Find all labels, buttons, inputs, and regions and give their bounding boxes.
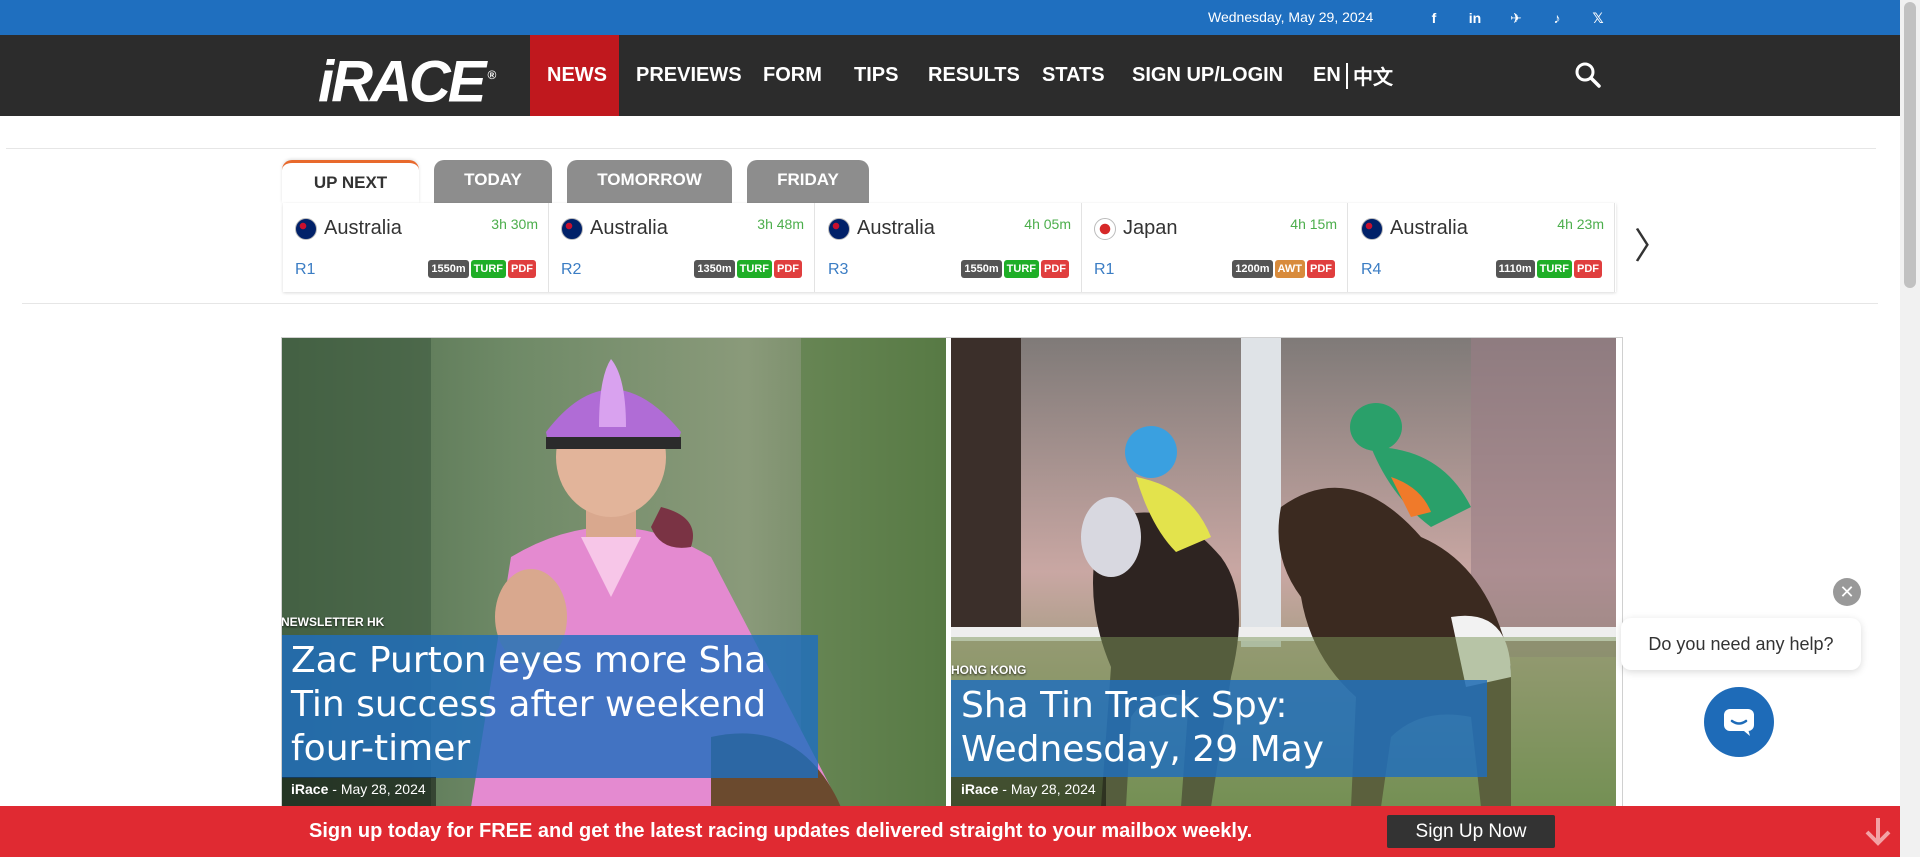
race-number[interactable]: R1: [295, 261, 315, 279]
nav-signup-login[interactable]: SIGN UP/LOGIN: [1115, 35, 1300, 116]
race-countdown: 4h 05m: [1024, 216, 1071, 232]
australia-flag-icon: [295, 218, 317, 240]
race-country: Australia: [857, 217, 935, 239]
facebook-icon[interactable]: f: [1424, 8, 1444, 28]
race-card[interactable]: Australia 4h 23m R4 1110m TURF PDF: [1349, 203, 1615, 292]
chat-prompt-bubble[interactable]: Do you need any help?: [1621, 618, 1861, 670]
nav-previews[interactable]: PREVIEWS: [619, 35, 759, 116]
page-scrollbar[interactable]: [1900, 0, 1920, 857]
race-card[interactable]: Australia 3h 30m R1 1550m TURF PDF: [283, 203, 549, 292]
race-countdown: 4h 23m: [1557, 216, 1604, 232]
nav-stats[interactable]: STATS: [1025, 35, 1122, 116]
distance-badge: 1200m: [1232, 260, 1273, 278]
main-navigation: iRACE ® NEWS PREVIEWS FORM TIPS RESULTS S…: [0, 35, 1900, 116]
chat-launcher-button[interactable]: [1704, 687, 1774, 757]
nav-form[interactable]: FORM: [746, 35, 839, 116]
surface-badge: TURF: [736, 260, 772, 278]
pdf-button[interactable]: PDF: [1307, 260, 1335, 278]
newsletter-signup-banner: Sign up today for FREE and get the lates…: [0, 806, 1900, 857]
race-number[interactable]: R4: [1361, 261, 1381, 279]
tab-friday[interactable]: FRIDAY: [747, 160, 869, 203]
australia-flag-icon: [828, 218, 850, 240]
chat-icon: [1724, 709, 1754, 736]
pdf-button[interactable]: PDF: [508, 260, 536, 278]
race-card[interactable]: Japan 4h 15m R1 1200m AWT PDF: [1082, 203, 1348, 292]
pdf-button[interactable]: PDF: [1041, 260, 1069, 278]
current-date: Wednesday, May 29, 2024: [1208, 9, 1374, 25]
tab-today[interactable]: TODAY: [434, 160, 552, 203]
race-countdown: 3h 30m: [491, 216, 538, 232]
nav-tips[interactable]: TIPS: [837, 35, 915, 116]
logo-registered-mark: ®: [487, 68, 497, 82]
arrow-down-icon[interactable]: [1864, 816, 1892, 846]
surface-badge: TURF: [1536, 260, 1572, 278]
upcoming-races-strip: Australia 3h 30m R1 1550m TURF PDF Austr…: [283, 203, 1616, 292]
race-card[interactable]: Australia 4h 05m R3 1550m TURF PDF: [816, 203, 1082, 292]
x-icon[interactable]: 𝕏: [1588, 8, 1608, 28]
race-countdown: 4h 15m: [1290, 216, 1337, 232]
chevron-right-icon[interactable]: 〉: [1634, 228, 1670, 264]
divider: [6, 148, 1876, 149]
linkedin-icon[interactable]: in: [1465, 8, 1485, 28]
race-country: Australia: [324, 217, 402, 239]
race-countdown: 3h 48m: [757, 216, 804, 232]
race-number[interactable]: R3: [828, 261, 848, 279]
sign-up-now-button[interactable]: Sign Up Now: [1387, 815, 1555, 848]
australia-flag-icon: [1361, 218, 1383, 240]
race-card[interactable]: Australia 3h 48m R2 1350m TURF PDF: [549, 203, 815, 292]
distance-badge: 1550m: [428, 260, 469, 278]
telegram-icon[interactable]: ✈: [1506, 8, 1526, 28]
race-country: Australia: [1390, 217, 1468, 239]
top-utility-bar: Wednesday, May 29, 2024 f in ✈ ♪ 𝕏: [0, 0, 1900, 35]
race-number[interactable]: R1: [1094, 261, 1114, 279]
lang-zh[interactable]: 中文: [1336, 35, 1410, 116]
tab-up-next[interactable]: UP NEXT: [282, 160, 419, 203]
signup-message: Sign up today for FREE and get the lates…: [309, 820, 1253, 842]
logo-text: iRACE: [318, 49, 486, 115]
distance-badge: 1550m: [961, 260, 1002, 278]
irace-logo[interactable]: iRACE ®: [318, 47, 496, 115]
distance-badge: 1350m: [694, 260, 735, 278]
divider: [22, 303, 1878, 304]
search-icon[interactable]: [1574, 61, 1602, 89]
australia-flag-icon: [561, 218, 583, 240]
surface-badge: AWT: [1274, 260, 1305, 278]
surface-badge: TURF: [470, 260, 506, 278]
scrollbar-thumb[interactable]: [1904, 2, 1916, 288]
japan-flag-icon: [1094, 218, 1116, 240]
nav-news[interactable]: NEWS: [530, 35, 619, 116]
news-grid-frame: [281, 337, 1623, 807]
race-country: Japan: [1123, 217, 1178, 239]
surface-badge: TURF: [1003, 260, 1039, 278]
pdf-button[interactable]: PDF: [774, 260, 802, 278]
tiktok-icon[interactable]: ♪: [1547, 8, 1567, 28]
pdf-button[interactable]: PDF: [1574, 260, 1602, 278]
nav-results[interactable]: RESULTS: [911, 35, 1037, 116]
distance-badge: 1110m: [1495, 260, 1535, 278]
race-number[interactable]: R2: [561, 261, 581, 279]
race-country: Australia: [590, 217, 668, 239]
chat-close-button[interactable]: ✕: [1833, 578, 1861, 606]
tab-tomorrow[interactable]: TOMORROW: [567, 160, 732, 203]
